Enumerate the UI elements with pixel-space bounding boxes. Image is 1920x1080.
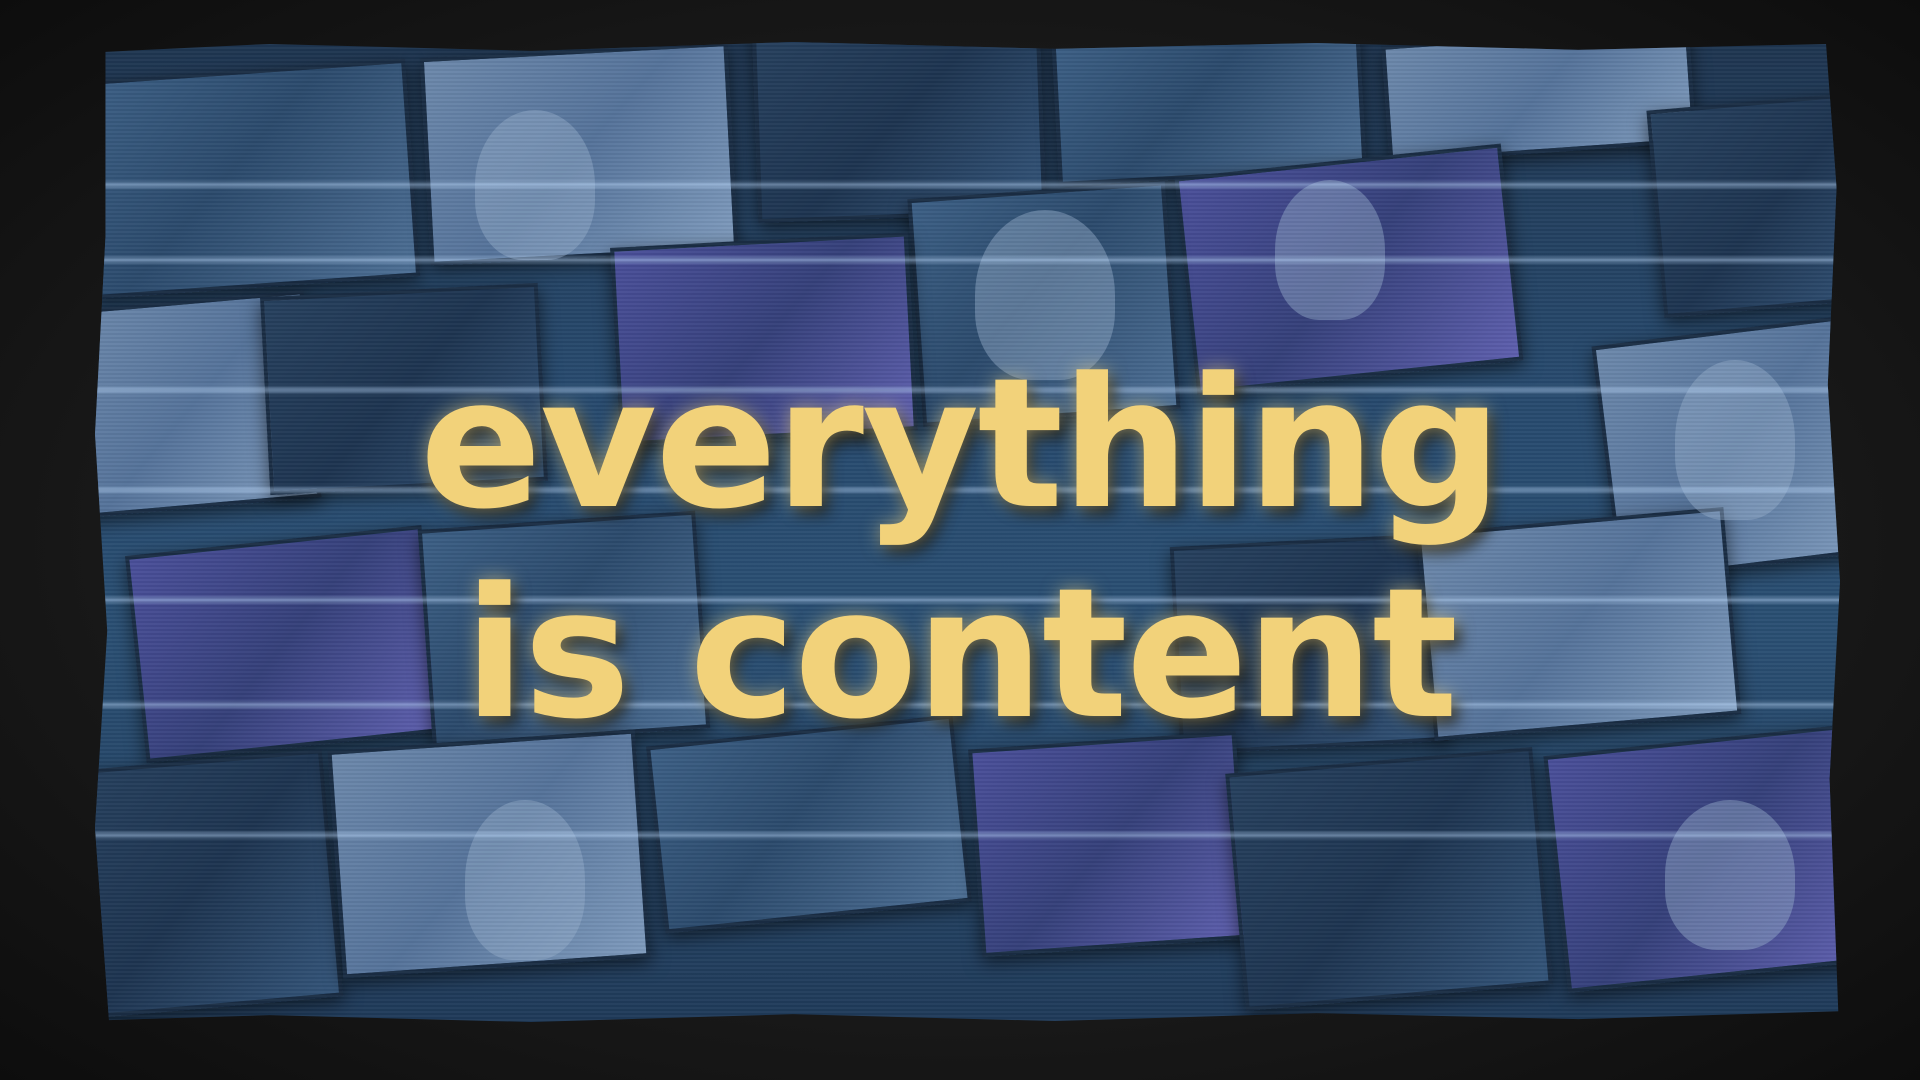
- headline-line-2: is content: [463, 550, 1458, 759]
- headline-line-1: everything: [419, 340, 1502, 549]
